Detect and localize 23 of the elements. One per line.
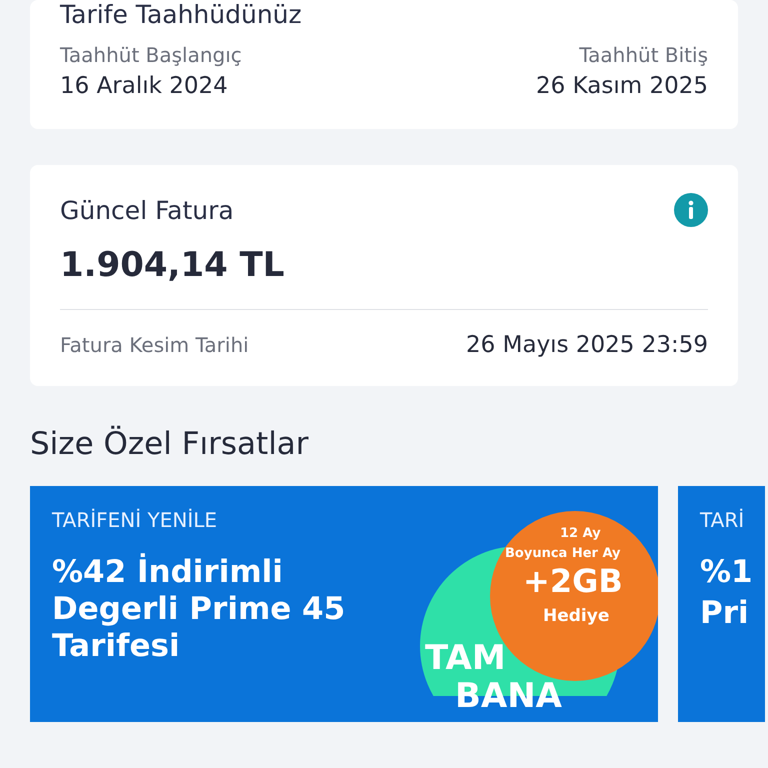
promo-text: Hediye [543,606,610,626]
card-title: Tarife Taahhüdünüz [60,0,303,29]
brand-text: BANA [455,676,562,716]
offer-category: TARİ [700,508,746,532]
invoice-amount: 1.904,14 TL [60,245,286,285]
start-date: 16 Aralık 2024 [60,73,228,99]
promo-text: Boyunca Her Ay [505,546,621,561]
promo-highlight: +2GB [523,562,623,600]
info-icon[interactable] [674,193,708,227]
offer-title: Pri [700,595,750,632]
cutoff-date: 26 Mayıs 2025 23:59 [466,332,708,358]
offer-title: %42 İndirimli Degerli Prime 45 Tarifesi [52,554,346,666]
offer-title: %1 [700,554,753,592]
card-title: Güncel Fatura [60,196,234,224]
promo-text: 12 Ay [560,526,601,541]
end-label: Taahhüt Bitiş [579,43,708,67]
section-heading: Size Özel Fırsatlar [30,426,310,462]
offer-card[interactable]: TARİFENİ YENİLE %42 İndirimli Degerli Prime 45 Tarifesi 12 Ay Boyunca Her Ay +2GB Hediye TAM BANA [30,486,658,722]
brand-text: TAM [425,638,506,678]
end-date: 26 Kasım 2025 [536,73,708,99]
start-label: Taahhüt Başlangıç [60,43,242,67]
date-label: Fatura Kesim Tarihi [60,333,249,357]
offer-card[interactable]: TARİ %1 Pri [678,486,765,722]
